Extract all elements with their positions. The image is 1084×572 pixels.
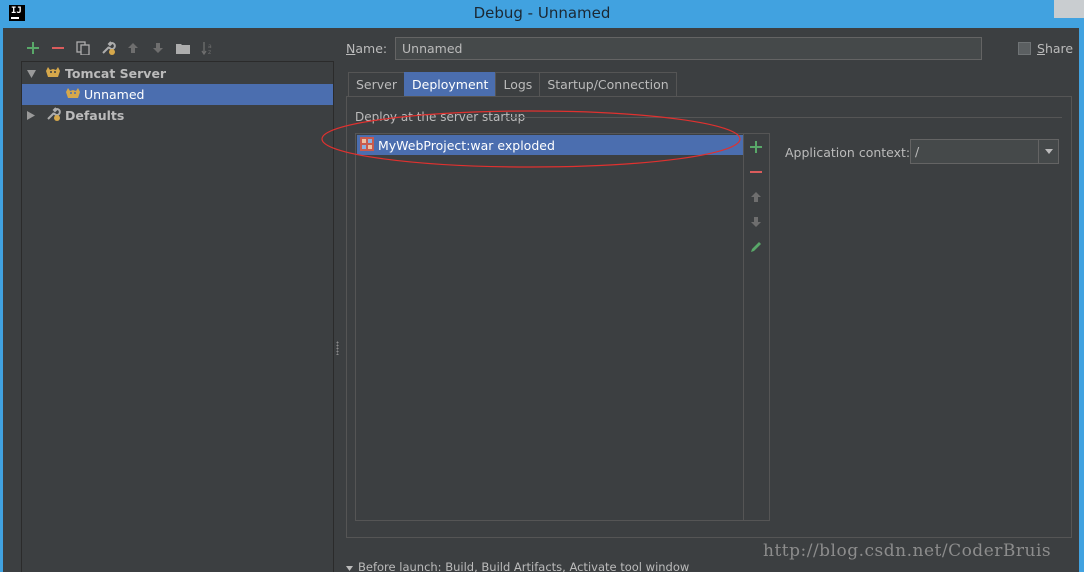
chevron-down-icon[interactable] <box>1038 140 1058 163</box>
before-launch-label: Before launch: Build, Build Artifacts, A… <box>358 560 690 572</box>
expand-arrow-icon[interactable] <box>346 560 353 572</box>
window-border-left <box>0 28 3 572</box>
window-border-right <box>1079 28 1084 572</box>
share-label: Share <box>1037 41 1074 56</box>
tab-server[interactable]: Server <box>348 72 405 96</box>
window-close-button[interactable] <box>1054 0 1084 18</box>
tree-item-tomcat-server[interactable]: Tomcat Server <box>22 63 333 84</box>
application-context-label: Application context: <box>785 145 911 160</box>
name-input[interactable] <box>395 37 982 60</box>
deployment-list-item[interactable]: MyWebProject:war exploded <box>357 135 743 155</box>
tree-item-defaults[interactable]: Defaults <box>22 105 333 126</box>
artifact-icon <box>360 136 374 154</box>
add-icon[interactable] <box>747 138 765 156</box>
move-down-icon[interactable] <box>747 213 765 231</box>
before-launch-section[interactable]: Before launch: Build, Build Artifacts, A… <box>346 560 689 572</box>
tab-logs[interactable]: Logs <box>495 72 541 96</box>
tree-item-label: Defaults <box>65 108 125 123</box>
arrow-up-icon[interactable] <box>120 38 145 58</box>
sort-icon[interactable]: az <box>195 38 220 58</box>
collapse-arrow-icon[interactable] <box>25 110 37 122</box>
configuration-tabs: Server Deployment Logs Startup/Connectio… <box>348 72 677 96</box>
arrow-down-icon[interactable] <box>145 38 170 58</box>
move-up-icon[interactable] <box>747 188 765 206</box>
expand-arrow-icon[interactable] <box>25 68 37 80</box>
folder-icon[interactable] <box>170 38 195 58</box>
window-title-bar: IJ Debug - Unnamed <box>0 0 1084 28</box>
name-label: Name: <box>346 41 388 56</box>
window-title: Debug - Unnamed <box>473 4 611 22</box>
configurations-tree: Tomcat Server Unnamed Defaults <box>21 61 334 572</box>
tab-startup-connection[interactable]: Startup/Connection <box>539 72 677 96</box>
application-context-value: / <box>915 144 920 159</box>
application-context-combobox[interactable]: / <box>910 139 1059 164</box>
deployment-item-label: MyWebProject:war exploded <box>378 137 555 153</box>
tree-item-label: Unnamed <box>84 87 145 102</box>
add-icon[interactable] <box>20 38 45 58</box>
section-title: Deploy at the server startup <box>355 110 526 124</box>
edit-icon[interactable] <box>747 238 765 256</box>
tomcat-icon <box>45 65 61 82</box>
copy-icon[interactable] <box>70 38 95 58</box>
deployment-list-toolbar <box>743 133 770 521</box>
configurations-toolbar: az <box>20 38 220 58</box>
deployment-list[interactable]: MyWebProject:war exploded <box>355 133 744 521</box>
svg-text:z: z <box>208 49 211 55</box>
tree-item-label: Tomcat Server <box>65 66 167 81</box>
remove-icon[interactable] <box>747 163 765 181</box>
tab-deployment[interactable]: Deployment <box>404 72 497 96</box>
tomcat-icon <box>65 86 81 103</box>
wrench-icon <box>45 106 61 125</box>
section-divider <box>505 117 1062 118</box>
watermark: http://blog.csdn.net/CoderBruis <box>763 541 1052 561</box>
splitter-handle[interactable] <box>336 341 339 355</box>
tree-item-unnamed[interactable]: Unnamed <box>22 84 333 105</box>
wrench-icon[interactable] <box>95 38 120 58</box>
remove-icon[interactable] <box>45 38 70 58</box>
share-checkbox[interactable] <box>1018 42 1031 55</box>
